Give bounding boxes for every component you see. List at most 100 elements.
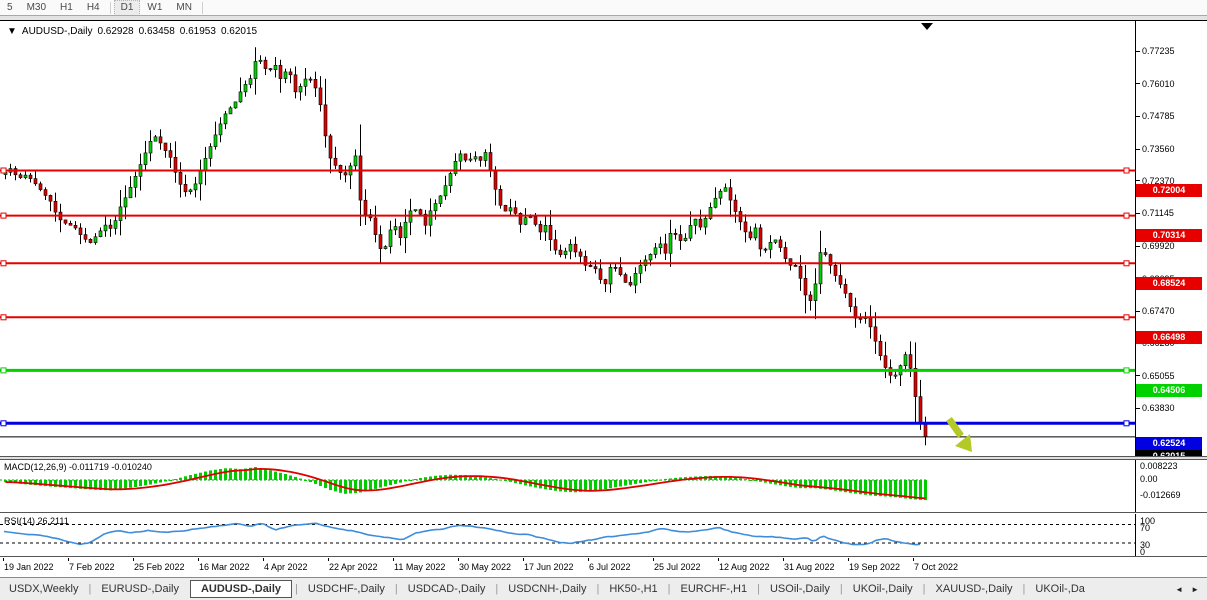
timeframe-toolbar: 5M30H1H4 D1W1MN bbox=[0, 0, 1207, 15]
price-level-label: 0.62524 bbox=[1136, 437, 1202, 450]
symbol-title: AUDUSD-,Daily bbox=[22, 26, 93, 37]
panel-divider[interactable] bbox=[0, 512, 1207, 513]
rsi-canvas[interactable] bbox=[0, 514, 1135, 556]
tab-audusd-daily[interactable]: AUDUSD-,Daily bbox=[190, 580, 292, 598]
macd-canvas[interactable] bbox=[0, 460, 1135, 512]
time-tick-mark bbox=[3, 558, 4, 561]
time-axis-label: 25 Feb 2022 bbox=[134, 562, 185, 572]
tab-usoil-daily[interactable]: USOil-,Daily bbox=[761, 580, 839, 598]
timeframe-button-m30[interactable]: M30 bbox=[20, 1, 53, 15]
timeframe-button-mn[interactable]: MN bbox=[169, 1, 199, 15]
collapse-arrow-icon[interactable]: ▼ bbox=[7, 26, 17, 37]
price-level-label: 0.70314 bbox=[1136, 229, 1202, 242]
macd-axis-label: 0.008223 bbox=[1140, 461, 1178, 471]
time-axis-label: 7 Oct 2022 bbox=[914, 562, 958, 572]
toolbar-separator bbox=[110, 2, 111, 14]
timeframe-button-h1[interactable]: H1 bbox=[53, 1, 80, 15]
time-tick-mark bbox=[718, 558, 719, 561]
time-axis-label: 30 May 2022 bbox=[459, 562, 511, 572]
hline-handle[interactable] bbox=[1, 168, 6, 173]
price-tick-label: 0.76010 bbox=[1142, 79, 1175, 89]
tab-separator: | bbox=[596, 583, 599, 595]
price-level-label: 0.64506 bbox=[1136, 384, 1202, 397]
time-axis-label: 19 Sep 2022 bbox=[849, 562, 900, 572]
tab-separator: | bbox=[88, 583, 91, 595]
rsi-line bbox=[4, 523, 920, 544]
timeframe-button-w1[interactable]: W1 bbox=[140, 1, 169, 15]
tab-scroll-controls: ◄► bbox=[1167, 578, 1207, 600]
timeframe-button-d1[interactable]: D1 bbox=[114, 0, 141, 16]
tab-ukoil-da[interactable]: UKOil-,Da bbox=[1026, 580, 1094, 598]
price-level-label: 0.68524 bbox=[1136, 277, 1202, 290]
time-tick-mark bbox=[263, 558, 264, 561]
tab-eurusd-daily[interactable]: EURUSD-,Daily bbox=[92, 580, 188, 598]
hline-handle[interactable] bbox=[1124, 368, 1129, 373]
price-level-label: 0.66498 bbox=[1136, 331, 1202, 344]
tab-separator: | bbox=[668, 583, 671, 595]
tab-usdcad-daily[interactable]: USDCAD-,Daily bbox=[399, 580, 495, 598]
panel-divider[interactable] bbox=[0, 556, 1207, 557]
tab-hk50-h1[interactable]: HK50-,H1 bbox=[600, 580, 666, 598]
hline-handle[interactable] bbox=[1124, 261, 1129, 266]
tab-ukoil-daily[interactable]: UKOil-,Daily bbox=[844, 580, 922, 598]
tab-scroll-right-icon[interactable]: ► bbox=[1191, 585, 1199, 594]
timeframe-button-5[interactable]: 5 bbox=[0, 1, 20, 15]
macd-label: MACD(12,26,9) -0.011719 -0.010240 bbox=[4, 462, 152, 472]
timeframe-button-h4[interactable]: H4 bbox=[80, 1, 107, 15]
macd-axis-label: -0.012669 bbox=[1140, 490, 1181, 500]
price-tick-mark bbox=[1136, 149, 1140, 150]
ohlc-close: 0.62015 bbox=[221, 26, 257, 37]
price-level-label: 0.72004 bbox=[1136, 184, 1202, 197]
tab-eurchf-h1[interactable]: EURCHF-,H1 bbox=[672, 580, 757, 598]
hline-handle[interactable] bbox=[1, 368, 6, 373]
tab-separator: | bbox=[757, 583, 760, 595]
tab-scroll-left-icon[interactable]: ◄ bbox=[1175, 585, 1183, 594]
tab-separator: | bbox=[295, 583, 298, 595]
trading-platform-window: 5M30H1H4 D1W1MN 0.77235 0.76010 0.74785 0.73… bbox=[0, 0, 1207, 600]
ohlc-high: 0.63458 bbox=[139, 26, 175, 37]
hline-handle[interactable] bbox=[1124, 421, 1129, 426]
time-axis-label: 4 Apr 2022 bbox=[264, 562, 308, 572]
ohlc-low: 0.61953 bbox=[180, 26, 216, 37]
time-tick-mark bbox=[458, 558, 459, 561]
hline-handle[interactable] bbox=[1124, 168, 1129, 173]
hline-handle[interactable] bbox=[1, 421, 6, 426]
chart-symbol-header: ▼AUDUSD-,Daily0.629280.634580.619530.620… bbox=[7, 26, 262, 37]
macd-indicator-panel: MACD(12,26,9) -0.011719 -0.010240 0.0082… bbox=[0, 460, 1207, 512]
time-axis-label: 22 Apr 2022 bbox=[329, 562, 378, 572]
price-tick-label: 0.77235 bbox=[1142, 46, 1175, 56]
hline-handle[interactable] bbox=[1, 261, 6, 266]
toolbar-separator bbox=[202, 2, 203, 14]
price-tick-label: 0.67470 bbox=[1142, 306, 1175, 316]
price-chart-canvas[interactable] bbox=[0, 21, 1135, 456]
time-axis-label: 17 Jun 2022 bbox=[524, 562, 574, 572]
tab-xauusd-daily[interactable]: XAUUSD-,Daily bbox=[927, 580, 1022, 598]
time-tick-mark bbox=[653, 558, 654, 561]
time-tick-mark bbox=[913, 558, 914, 561]
time-axis-label: 12 Aug 2022 bbox=[719, 562, 770, 572]
hline-handle[interactable] bbox=[1124, 315, 1129, 320]
time-axis[interactable]: 19 Jan 20227 Feb 202225 Feb 202216 Mar 2… bbox=[0, 558, 1207, 576]
time-tick-mark bbox=[133, 558, 134, 561]
macd-axis-border bbox=[1135, 460, 1136, 512]
candlesticks bbox=[4, 47, 927, 445]
macd-signal-line bbox=[6, 469, 926, 499]
hline-handle[interactable] bbox=[1, 213, 6, 218]
price-tick-label: 0.73560 bbox=[1142, 144, 1175, 154]
price-tick-mark bbox=[1136, 83, 1140, 84]
time-axis-label: 19 Jan 2022 bbox=[4, 562, 54, 572]
hline-handle[interactable] bbox=[1, 315, 6, 320]
tab-usdchf-daily[interactable]: USDCHF-,Daily bbox=[299, 580, 394, 598]
time-axis-label: 11 May 2022 bbox=[394, 562, 445, 572]
time-axis-label: 25 Jul 2022 bbox=[654, 562, 701, 572]
hline-handle[interactable] bbox=[1124, 213, 1129, 218]
chart-tab-bar: USDX,Weekly|EURUSD-,DailyAUDUSD-,Daily|U… bbox=[0, 577, 1207, 600]
time-tick-mark bbox=[393, 558, 394, 561]
price-tick-label: 0.74785 bbox=[1142, 111, 1175, 121]
tab-usdcnh-daily[interactable]: USDCNH-,Daily bbox=[499, 580, 595, 598]
time-tick-mark bbox=[783, 558, 784, 561]
tab-separator: | bbox=[495, 583, 498, 595]
tab-usdx-weekly[interactable]: USDX,Weekly bbox=[0, 580, 87, 598]
tab-separator: | bbox=[395, 583, 398, 595]
price-tick-mark bbox=[1136, 116, 1140, 117]
